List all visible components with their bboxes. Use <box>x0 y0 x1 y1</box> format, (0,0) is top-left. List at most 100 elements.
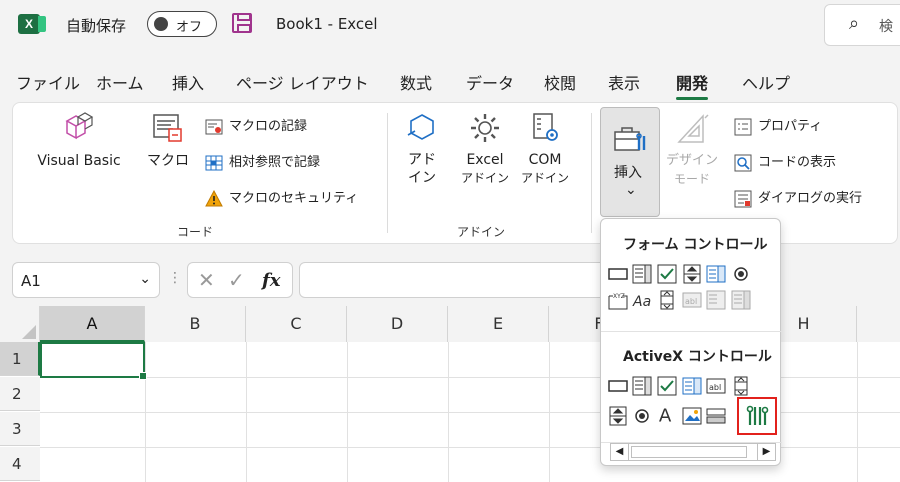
addins-button[interactable]: アド イン <box>397 111 447 187</box>
form-checkbox-icon[interactable] <box>657 264 677 284</box>
relative-reference-button[interactable]: 相対参照で記録 <box>205 151 320 172</box>
dropdown-scrollbar[interactable]: ◀ ▶ <box>610 443 776 461</box>
com-addins-icon <box>533 113 558 141</box>
macro-icon <box>153 114 182 142</box>
form-spinner-icon[interactable] <box>682 264 702 284</box>
form-scrollbar-icon[interactable] <box>657 290 677 310</box>
tab-developer[interactable]: 開発 <box>676 70 709 100</box>
chevron-down-icon: ⌄ <box>139 271 151 287</box>
column-header-d[interactable]: D <box>347 306 448 342</box>
tab-formulas[interactable]: 数式 <box>400 70 432 94</box>
design-mode-button[interactable]: デザイン モード <box>664 112 720 188</box>
insert-control-button[interactable]: 挿入 ⌄ <box>600 107 660 217</box>
selected-cell-a1[interactable] <box>40 342 147 380</box>
record-macro-button[interactable]: マクロの記録 <box>205 115 307 136</box>
tab-insert[interactable]: 挿入 <box>172 70 204 94</box>
form-button-icon[interactable] <box>608 264 628 284</box>
tab-file[interactable]: ファイル <box>16 70 80 94</box>
gridline <box>347 342 348 482</box>
activex-textbox-icon[interactable]: abl <box>706 376 726 396</box>
formula-buttons: ✕ ✓ fx <box>187 262 293 298</box>
save-icon[interactable] <box>232 13 252 33</box>
group-label-addins: アドイン <box>457 225 506 239</box>
insert-function-button[interactable]: fx <box>262 270 280 291</box>
column-header-e[interactable]: E <box>448 306 549 342</box>
row-header-3[interactable]: 3 <box>0 412 40 446</box>
activex-listbox-icon[interactable] <box>682 376 702 396</box>
column-header-a[interactable]: A <box>40 306 145 342</box>
activex-checkbox-icon[interactable] <box>657 376 677 396</box>
search-box[interactable]: ⌕ 検 <box>824 4 900 46</box>
record-macro-label: マクロの記録 <box>229 119 308 134</box>
form-groupbox-icon[interactable]: XYZ <box>608 290 628 310</box>
search-icon: ⌕ <box>849 13 860 34</box>
row-header-1[interactable]: 1 <box>0 342 40 376</box>
svg-text:XYZ: XYZ <box>613 293 625 300</box>
tab-home[interactable]: ホーム <box>96 70 144 94</box>
macro-security-button[interactable]: マクロのセキュリティ <box>205 187 358 208</box>
formula-input[interactable] <box>299 262 609 298</box>
scroll-left-icon[interactable]: ◀ <box>611 444 629 460</box>
toggle-knob-icon <box>154 17 168 31</box>
more-options-icon[interactable]: ⋮ <box>168 270 182 286</box>
warning-icon <box>205 189 223 206</box>
column-header-i[interactable] <box>857 306 900 342</box>
form-combo-dropdown-disabled-icon <box>731 290 751 310</box>
activex-combobox-icon[interactable] <box>632 376 652 396</box>
view-code-icon <box>734 154 752 171</box>
column-header-b[interactable]: B <box>145 306 246 342</box>
record-macro-icon <box>205 119 223 134</box>
activex-toggle-button-icon[interactable] <box>706 406 726 426</box>
name-box-value: A1 <box>21 272 41 290</box>
addins-label-line1: アド <box>408 152 436 168</box>
tab-view[interactable]: 表示 <box>608 70 640 94</box>
properties-button[interactable]: プロパティ <box>734 115 822 136</box>
ribbon-separator <box>591 113 592 233</box>
tab-help[interactable]: ヘルプ <box>742 70 790 94</box>
view-code-button[interactable]: コードの表示 <box>734 151 836 172</box>
excel-app-icon: X <box>18 14 46 34</box>
search-placeholder: 検 <box>879 19 893 35</box>
gear-icon <box>471 114 499 142</box>
run-dialog-button[interactable]: ダイアログの実行 <box>734 187 862 208</box>
tab-review[interactable]: 校閲 <box>544 70 576 94</box>
activex-label-icon[interactable]: A <box>657 404 677 424</box>
addins-label-line2: イン <box>408 170 436 186</box>
excel-addins-label-line1: Excel <box>466 152 504 168</box>
activex-image-icon[interactable] <box>682 406 702 426</box>
form-option-button-icon[interactable] <box>731 264 751 284</box>
scroll-thumb[interactable] <box>631 446 747 458</box>
tab-data[interactable]: データ <box>466 70 514 94</box>
scroll-right-icon[interactable]: ▶ <box>757 444 775 460</box>
activex-option-button-icon[interactable] <box>632 406 652 426</box>
com-addins-button[interactable]: COM アドイン <box>517 111 573 187</box>
run-dialog-icon <box>734 190 752 207</box>
form-combo-list-disabled-icon <box>706 290 726 310</box>
row-header-4[interactable]: 4 <box>0 447 40 481</box>
activex-spinbutton-icon[interactable] <box>608 406 628 426</box>
row-header-2[interactable]: 2 <box>0 377 40 411</box>
select-all-corner[interactable] <box>0 306 40 342</box>
form-label-icon[interactable]: Aa <box>632 290 652 310</box>
name-box[interactable]: A1 ⌄ <box>12 262 160 298</box>
cancel-icon[interactable]: ✕ <box>198 268 215 292</box>
visual-basic-icon <box>65 112 94 140</box>
tab-page-layout[interactable]: ページ レイアウト <box>236 70 369 94</box>
activex-scrollbar-icon[interactable] <box>731 376 751 396</box>
view-code-label: コードの表示 <box>758 155 837 170</box>
autosave-toggle[interactable]: オフ <box>147 11 217 37</box>
gridline <box>857 342 858 482</box>
activex-button-icon[interactable] <box>608 376 628 396</box>
insert-label: 挿入 <box>614 165 642 181</box>
visual-basic-button[interactable]: Visual Basic <box>27 111 131 171</box>
visual-basic-label: Visual Basic <box>37 153 121 169</box>
macro-label: マクロ <box>147 153 189 169</box>
svg-text:abl: abl <box>709 383 721 392</box>
excel-addins-button[interactable]: Excel アドイン <box>457 111 513 187</box>
relative-reference-label: 相対参照で記録 <box>229 155 321 170</box>
form-combobox-icon[interactable] <box>632 264 652 284</box>
form-listbox-icon[interactable] <box>706 264 726 284</box>
macro-button[interactable]: マクロ <box>141 111 195 171</box>
enter-icon[interactable]: ✓ <box>228 268 245 292</box>
column-header-c[interactable]: C <box>246 306 347 342</box>
